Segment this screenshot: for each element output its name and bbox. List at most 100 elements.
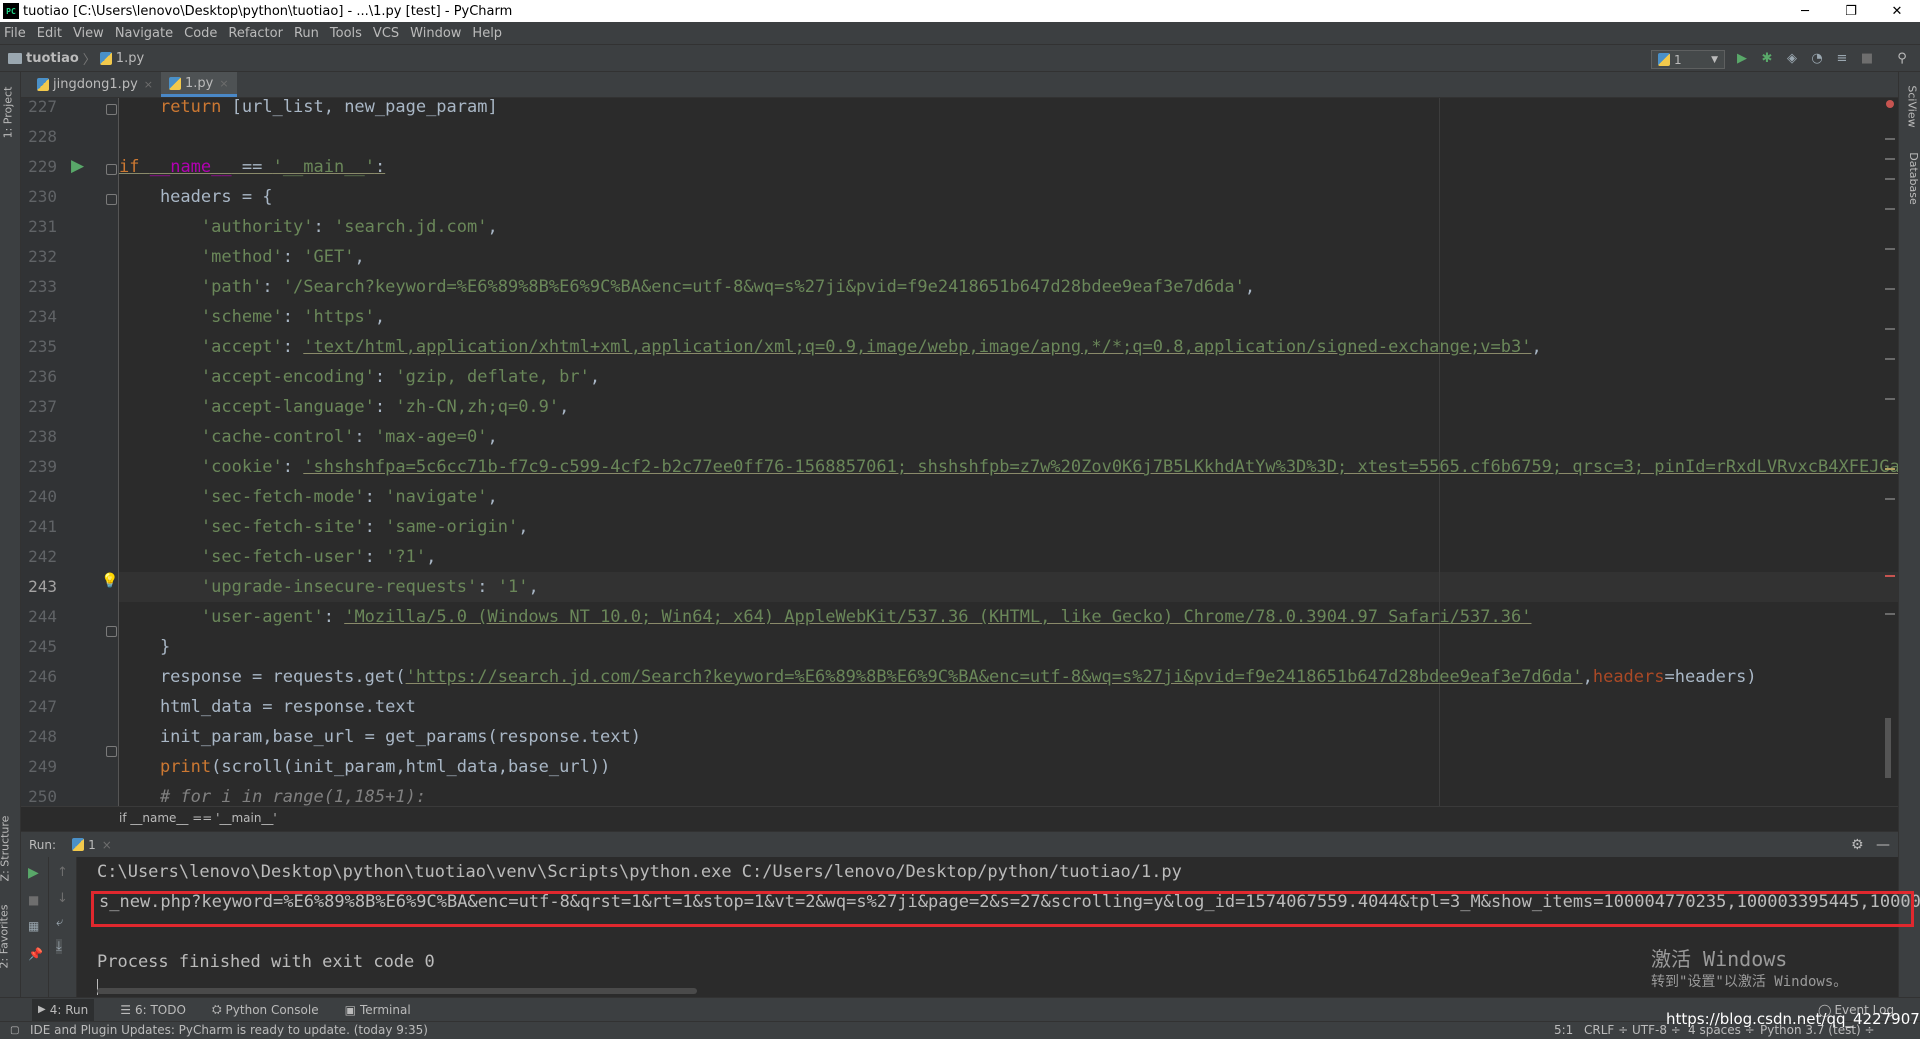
minimize-button[interactable]: ─ — [1782, 0, 1828, 22]
soft-wrap-icon[interactable]: ⤶ — [56, 915, 63, 930]
code-token: 'user-agent' — [200, 607, 324, 627]
concurrency-icon[interactable]: ≡ — [1835, 52, 1849, 66]
tab-terminal[interactable]: ▣ Terminal — [345, 1003, 411, 1017]
sciview-tool-button[interactable]: SciView — [1906, 85, 1919, 127]
menu-tools[interactable]: Tools — [330, 26, 362, 41]
tab-run[interactable]: ▶ 4: Run — [32, 998, 95, 1021]
line-number: 230 — [28, 187, 57, 206]
close-tab-icon[interactable]: × — [219, 77, 228, 90]
error-stripe[interactable] — [1882, 98, 1898, 806]
code-line[interactable]: 'user-agent': 'Mozilla/5.0 (Windows NT 1… — [119, 602, 1898, 632]
close-tab-icon[interactable]: × — [144, 78, 153, 91]
lightbulb-icon[interactable]: 💡 — [101, 571, 118, 591]
menu-help[interactable]: Help — [472, 26, 502, 41]
tab-todo[interactable]: ☰ 6: TODO — [120, 1003, 186, 1017]
status-message[interactable]: IDE and Plugin Updates: PyCharm is ready… — [30, 1022, 428, 1039]
code-line[interactable]: 'accept': 'text/html,application/xhtml+x… — [119, 332, 1898, 362]
profile-icon[interactable]: ◔ — [1810, 52, 1824, 66]
code-line[interactable] — [119, 122, 1898, 152]
run-toolbar-secondary: ↑ ↓ ⤶ ⤓ — [49, 857, 77, 997]
code-line[interactable]: # for i in range(1,185+1): — [119, 782, 1898, 806]
tab-jingdong1[interactable]: jingdong1.py × — [29, 72, 161, 97]
code-line[interactable]: if __name__ == '__main__': — [119, 152, 1898, 182]
structure-tool-button[interactable]: Z: Structure — [0, 816, 11, 882]
fold-marker-icon[interactable] — [106, 194, 117, 205]
code-line[interactable]: 'sec-fetch-user': '?1', — [119, 542, 1898, 572]
code-line[interactable]: 'method': 'GET', — [119, 242, 1898, 272]
rerun-icon[interactable]: ▶ — [28, 865, 39, 881]
breadcrumb-file[interactable]: 1.py — [99, 51, 144, 66]
coverage-icon[interactable]: ◈ — [1785, 52, 1799, 66]
code-line[interactable]: } — [119, 632, 1898, 662]
code-line[interactable]: 'scheme': 'https', — [119, 302, 1898, 332]
scroll-to-end-icon[interactable]: ⤓ — [56, 939, 62, 954]
code-line[interactable]: 'authority': 'search.jd.com', — [119, 212, 1898, 242]
stop-icon[interactable]: ■ — [28, 893, 39, 907]
code-line[interactable]: headers = { — [119, 182, 1898, 212]
fold-marker-icon[interactable] — [106, 164, 117, 175]
fold-marker-icon[interactable] — [106, 746, 117, 757]
minimize-panel-icon[interactable]: — — [1876, 837, 1890, 853]
code-line[interactable]: return [url_list, new_page_param] — [119, 98, 1898, 122]
code-line[interactable]: 'sec-fetch-site': 'same-origin', — [119, 512, 1898, 542]
code-editor[interactable]: 227 228 229 230 231 232 233 234 235 236 237 238 239 2… — [21, 98, 1898, 806]
stop-icon[interactable]: ■ — [1860, 52, 1874, 66]
code-line[interactable]: 'accept-encoding': 'gzip, deflate, br', — [119, 362, 1898, 392]
code-line[interactable]: html_data = response.text — [119, 692, 1898, 722]
code-token: , — [589, 367, 601, 387]
favorites-tool-button[interactable]: 2: Favorites — [0, 905, 10, 969]
pin-icon[interactable]: 📌 — [28, 947, 43, 961]
layout-icon[interactable]: ▦ — [28, 919, 39, 933]
menu-navigate[interactable]: Navigate — [115, 26, 173, 41]
code-line[interactable]: 'upgrade-insecure-requests': '1', — [119, 572, 1898, 602]
project-tool-button[interactable]: 1: Project — [1, 87, 14, 139]
search-icon[interactable]: ⚲ — [1895, 52, 1909, 66]
run-tab[interactable]: 1 × — [72, 838, 112, 852]
fold-marker-icon[interactable] — [106, 626, 117, 637]
code-token: 'accept-encoding' — [200, 367, 375, 387]
menu-run[interactable]: Run — [294, 26, 319, 41]
arrow-down-icon[interactable]: ↓ — [57, 891, 68, 906]
status-toggle-icon[interactable]: ▢ — [10, 1022, 19, 1039]
code-line[interactable]: init_param,base_url = get_params(respons… — [119, 722, 1898, 752]
gear-icon[interactable]: ⚙ — [1851, 837, 1864, 853]
code-line[interactable]: 'path': '/Search?keyword=%E6%89%8B%E6%9C… — [119, 272, 1898, 302]
code-line[interactable]: 'cache-control': 'max-age=0', — [119, 422, 1898, 452]
breadcrumb-project[interactable]: tuotiao — [8, 51, 79, 66]
fold-marker-icon[interactable] — [106, 104, 117, 115]
menu-view[interactable]: View — [73, 26, 104, 41]
menu-code[interactable]: Code — [184, 26, 217, 41]
code-token: : — [282, 337, 304, 357]
console-output[interactable]: C:\Users\lenovo\Desktop\python\tuotiao\v… — [77, 857, 1920, 997]
code-breadcrumb[interactable]: if __name__ == '__main__' — [21, 806, 1898, 831]
menu-edit[interactable]: Edit — [37, 26, 62, 41]
run-icon[interactable]: ▶ — [1735, 52, 1749, 66]
menu-window[interactable]: Window — [410, 26, 461, 41]
arrow-up-icon[interactable]: ↑ — [57, 865, 68, 880]
code-line[interactable]: 'cookie': 'shshshfpa=5c6cc71b-f7c9-c599-… — [119, 452, 1898, 482]
code-line[interactable]: response = requests.get('https://search.… — [119, 662, 1898, 692]
caret-position[interactable]: 5:1 — [1554, 1022, 1573, 1039]
title-bar: PC tuotiao [C:\Users\lenovo\Desktop\pyth… — [0, 0, 1920, 22]
database-tool-button[interactable]: Database — [1907, 152, 1920, 205]
tab-1py[interactable]: 1.py × — [160, 72, 237, 97]
run-config-select[interactable]: 1 ▼ — [1651, 50, 1725, 69]
restore-button[interactable]: ❐ — [1828, 0, 1874, 22]
code-line[interactable]: 'accept-language': 'zh-CN,zh;q=0.9', — [119, 392, 1898, 422]
code-line[interactable]: 'sec-fetch-mode': 'navigate', — [119, 482, 1898, 512]
tab-python-console[interactable]: ⛭ Python Console — [212, 1002, 319, 1017]
code-area[interactable]: return [url_list, new_page_param]if __na… — [119, 98, 1898, 806]
menu-refactor[interactable]: Refactor — [228, 26, 283, 41]
horizontal-scrollbar[interactable] — [97, 988, 697, 994]
debug-icon[interactable]: ✱ — [1760, 52, 1774, 66]
line-separator[interactable]: CRLF ÷ — [1584, 1022, 1628, 1039]
menu-vcs[interactable]: VCS — [373, 26, 399, 41]
close-run-tab-icon[interactable]: × — [102, 838, 112, 852]
menu-file[interactable]: File — [4, 26, 26, 41]
code-token: : — [262, 277, 283, 297]
run-gutter-icon[interactable]: ▶ — [71, 156, 84, 176]
code-line[interactable]: print(scroll(init_param,html_data,base_u… — [119, 752, 1898, 782]
windows-activation-subtitle: 转到"设置"以激活 Windows。 — [1651, 974, 1848, 990]
close-window-button[interactable]: ✕ — [1874, 0, 1920, 22]
